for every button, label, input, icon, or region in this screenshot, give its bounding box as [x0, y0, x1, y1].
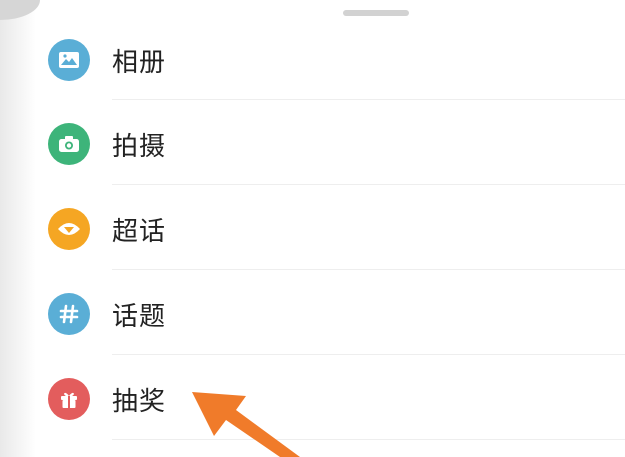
bottom-sheet: 相册 拍摄 超话 话题 抽奖 [0, 0, 625, 457]
annotation-arrow-icon [192, 392, 300, 457]
